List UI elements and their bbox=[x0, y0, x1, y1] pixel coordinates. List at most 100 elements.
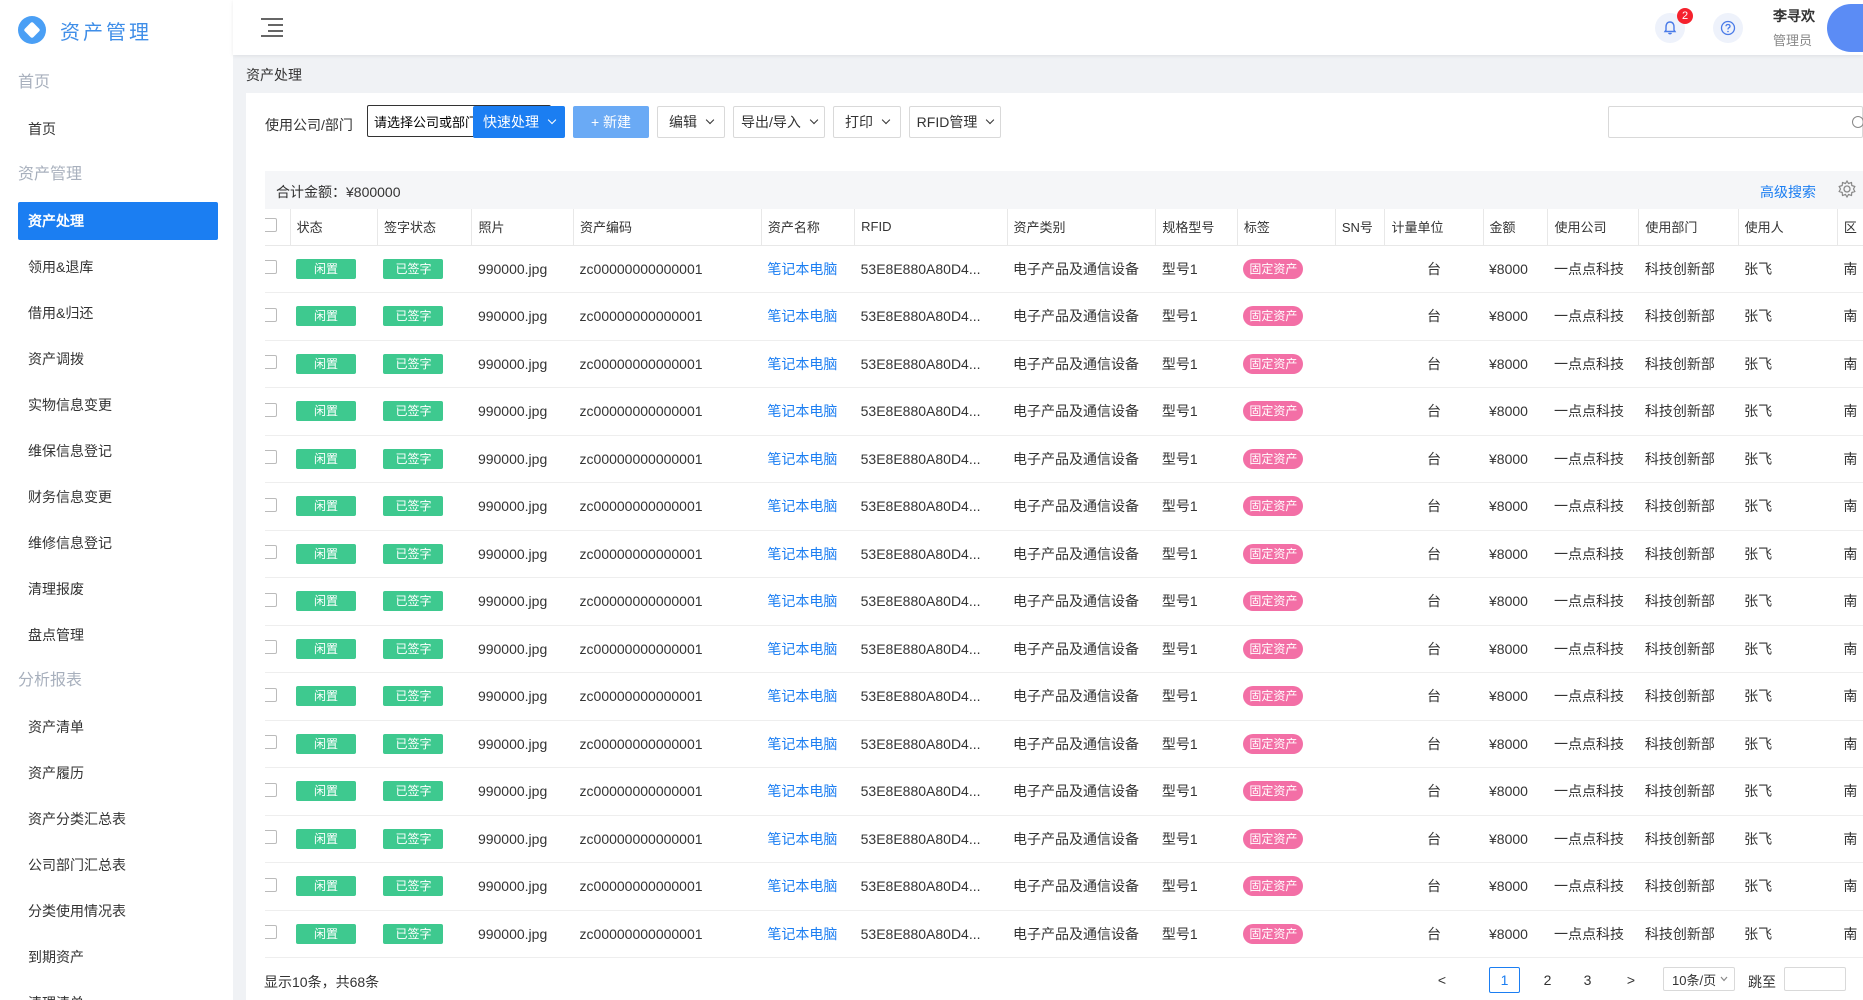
sidebar-item[interactable]: 资产处理 bbox=[18, 202, 218, 240]
new-button[interactable]: + 新建 bbox=[573, 106, 649, 138]
user-info[interactable]: 李寻欢 管理员 bbox=[1773, 6, 1815, 49]
row-checkbox[interactable] bbox=[265, 355, 277, 370]
column-header[interactable]: 标签 bbox=[1237, 209, 1336, 246]
menu-toggle-icon[interactable] bbox=[261, 18, 283, 37]
column-header[interactable]: 状态 bbox=[290, 209, 378, 246]
page-button[interactable]: 3 bbox=[1572, 967, 1603, 993]
column-header[interactable]: 照片 bbox=[471, 209, 575, 246]
row-checkbox[interactable] bbox=[265, 687, 277, 702]
column-header[interactable]: 资产编码 bbox=[573, 209, 762, 246]
print-button[interactable]: 打印 bbox=[833, 106, 901, 138]
avatar[interactable] bbox=[1827, 3, 1863, 52]
table-row[interactable]: 闲置 已签字 990000.jpg zc00000000000001 笔记本电脑 53E8… bbox=[265, 340, 1863, 388]
column-header[interactable]: 区 bbox=[1837, 209, 1863, 246]
prev-page-button[interactable]: < bbox=[1432, 967, 1452, 993]
sidebar-item[interactable]: 公司部门汇总表 bbox=[0, 842, 233, 888]
asset-name-link[interactable]: 笔记本电脑 bbox=[767, 498, 837, 514]
column-header[interactable]: RFID bbox=[854, 209, 1008, 246]
column-header[interactable]: 计量单位 bbox=[1384, 209, 1484, 246]
row-checkbox[interactable] bbox=[265, 925, 277, 940]
rfid-button[interactable]: RFID管理 bbox=[909, 106, 1001, 138]
page-size-select[interactable]: 10条/页 bbox=[1663, 967, 1735, 991]
gear-icon[interactable] bbox=[1837, 179, 1857, 199]
column-header[interactable]: 使用部门 bbox=[1638, 209, 1739, 246]
sidebar-item[interactable]: 资产调拨 bbox=[0, 336, 233, 382]
asset-name-link[interactable]: 笔记本电脑 bbox=[767, 546, 837, 562]
column-header[interactable]: 资产名称 bbox=[761, 209, 856, 246]
table-row[interactable]: 闲置 已签字 990000.jpg zc00000000000001 笔记本电脑 53E8… bbox=[265, 672, 1863, 721]
table-row[interactable]: 闲置 已签字 990000.jpg zc00000000000001 笔记本电脑 53E8… bbox=[265, 862, 1863, 911]
table-row[interactable]: 闲置 已签字 990000.jpg zc00000000000001 笔记本电脑 53E8… bbox=[265, 482, 1863, 531]
table-row[interactable]: 闲置 已签字 990000.jpg zc00000000000001 笔记本电脑 53E8… bbox=[265, 577, 1863, 626]
page-button[interactable]: 1 bbox=[1489, 967, 1520, 993]
row-checkbox[interactable] bbox=[265, 450, 277, 465]
column-header[interactable]: 使用人 bbox=[1738, 209, 1838, 246]
sidebar-item[interactable]: 领用&退库 bbox=[0, 244, 233, 290]
export-import-button[interactable]: 导出/导入 bbox=[733, 106, 825, 138]
row-checkbox[interactable] bbox=[265, 592, 277, 607]
advanced-search-link[interactable]: 高级搜索 bbox=[1760, 182, 1816, 202]
column-header[interactable]: 规格型号 bbox=[1155, 209, 1238, 246]
sidebar-item[interactable]: 资产履历 bbox=[0, 750, 233, 796]
asset-name-link[interactable]: 笔记本电脑 bbox=[767, 593, 837, 609]
table-row[interactable]: 闲置 已签字 990000.jpg zc00000000000001 笔记本电脑 53E8… bbox=[265, 720, 1863, 768]
sidebar-item[interactable]: 借用&归还 bbox=[0, 290, 233, 336]
notification-button[interactable]: 2 bbox=[1655, 7, 1693, 43]
asset-name-link[interactable]: 笔记本电脑 bbox=[767, 308, 837, 324]
next-page-button[interactable]: > bbox=[1621, 967, 1641, 993]
asset-name-link[interactable]: 笔记本电脑 bbox=[767, 688, 837, 704]
help-button[interactable] bbox=[1713, 12, 1743, 43]
select-all-checkbox[interactable] bbox=[265, 218, 277, 233]
asset-name-link[interactable]: 笔记本电脑 bbox=[767, 736, 837, 752]
table-row[interactable]: 闲置 已签字 990000.jpg zc00000000000001 笔记本电脑 53E8… bbox=[265, 625, 1863, 673]
row-checkbox[interactable] bbox=[265, 877, 277, 892]
row-checkbox[interactable] bbox=[265, 497, 277, 512]
asset-name-link[interactable]: 笔记本电脑 bbox=[767, 356, 837, 372]
row-checkbox[interactable] bbox=[265, 307, 277, 322]
edit-button[interactable]: 编辑 bbox=[657, 106, 725, 138]
sidebar-item[interactable]: 分类使用情况表 bbox=[0, 888, 233, 934]
table-row[interactable]: 闲置 已签字 990000.jpg zc00000000000001 笔记本电脑 53E8… bbox=[265, 530, 1863, 578]
table-row[interactable]: 闲置 已签字 990000.jpg zc00000000000001 笔记本电脑 53E8… bbox=[265, 387, 1863, 436]
table-row[interactable]: 闲置 已签字 990000.jpg zc00000000000001 笔记本电脑 53E8… bbox=[265, 435, 1863, 483]
row-checkbox[interactable] bbox=[265, 402, 277, 417]
sidebar-item[interactable]: 资产清单 bbox=[0, 704, 233, 750]
sidebar-item[interactable]: 财务信息变更 bbox=[0, 474, 233, 520]
search-input[interactable] bbox=[1608, 106, 1863, 138]
sidebar-item[interactable]: 盘点管理 bbox=[0, 612, 233, 658]
asset-name-link[interactable]: 笔记本电脑 bbox=[767, 451, 837, 467]
logo[interactable]: 资产管理 bbox=[0, 0, 233, 60]
table-row[interactable]: 闲置 已签字 990000.jpg zc00000000000001 笔记本电脑 53E8… bbox=[265, 292, 1863, 341]
table-row[interactable]: 闲置 已签字 990000.jpg zc00000000000001 笔记本电脑 53E8… bbox=[265, 767, 1863, 816]
asset-name-link[interactable]: 笔记本电脑 bbox=[767, 783, 837, 799]
table-row[interactable]: 闲置 已签字 990000.jpg zc00000000000001 笔记本电脑 53E8… bbox=[265, 245, 1863, 293]
table-row[interactable]: 闲置 已签字 990000.jpg zc00000000000001 笔记本电脑 53E8… bbox=[265, 815, 1863, 863]
sidebar-item[interactable]: 维修信息登记 bbox=[0, 520, 233, 566]
row-checkbox[interactable] bbox=[265, 735, 277, 750]
asset-name-link[interactable]: 笔记本电脑 bbox=[767, 641, 837, 657]
row-checkbox[interactable] bbox=[265, 830, 277, 845]
sidebar-item[interactable]: 清理报废 bbox=[0, 566, 233, 612]
row-checkbox[interactable] bbox=[265, 260, 277, 275]
sidebar-item[interactable]: 资产分类汇总表 bbox=[0, 796, 233, 842]
asset-name-link[interactable]: 笔记本电脑 bbox=[767, 831, 837, 847]
sidebar-item[interactable]: 首页 bbox=[0, 106, 233, 152]
sidebar-item[interactable]: 到期资产 bbox=[0, 934, 233, 980]
jump-page-input[interactable] bbox=[1784, 967, 1846, 991]
asset-name-link[interactable]: 笔记本电脑 bbox=[767, 926, 837, 942]
sidebar-item[interactable]: 维保信息登记 bbox=[0, 428, 233, 474]
sidebar-item[interactable]: 实物信息变更 bbox=[0, 382, 233, 428]
asset-name-link[interactable]: 笔记本电脑 bbox=[767, 403, 837, 419]
row-checkbox[interactable] bbox=[265, 640, 277, 655]
asset-name-link[interactable]: 笔记本电脑 bbox=[767, 261, 837, 277]
column-header[interactable]: 金额 bbox=[1483, 209, 1549, 246]
page-button[interactable]: 2 bbox=[1532, 967, 1563, 993]
row-checkbox[interactable] bbox=[265, 782, 277, 797]
quick-process-button[interactable]: 快速处理 bbox=[473, 106, 565, 138]
row-checkbox[interactable] bbox=[265, 545, 277, 560]
sidebar-item[interactable]: 清理清单 bbox=[0, 980, 233, 1000]
table-row[interactable]: 闲置 已签字 990000.jpg zc00000000000001 笔记本电脑 53E8… bbox=[265, 910, 1863, 958]
asset-name-link[interactable]: 笔记本电脑 bbox=[767, 878, 837, 894]
column-header[interactable]: SN号 bbox=[1335, 209, 1386, 246]
column-header[interactable]: 签字状态 bbox=[377, 209, 473, 246]
